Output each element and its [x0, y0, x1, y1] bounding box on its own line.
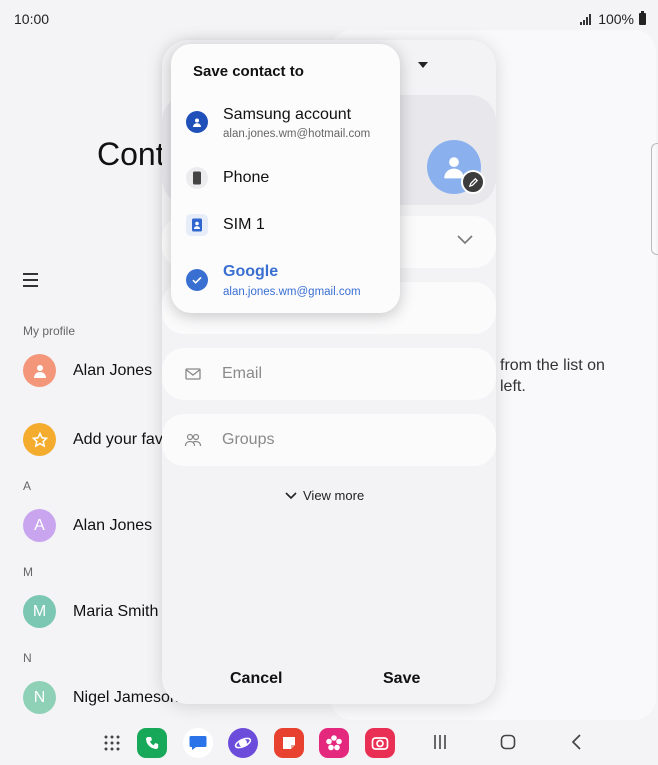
samsung-account-icon: [186, 111, 208, 133]
section-m: M: [23, 565, 33, 579]
groups-icon: [184, 433, 202, 447]
contact-row-favourites[interactable]: Add your fav: [23, 423, 163, 456]
check-circle-icon: [186, 269, 208, 291]
edit-photo-icon[interactable]: [461, 170, 485, 194]
groups-field[interactable]: Groups: [162, 414, 496, 466]
menu-icon[interactable]: [23, 273, 38, 287]
dropdown-arrow-icon[interactable]: [418, 62, 428, 68]
contact-name: Add your fav: [73, 430, 163, 448]
phone-icon: [186, 167, 208, 189]
profile-avatar-icon: [23, 354, 56, 387]
phone-app-icon[interactable]: [137, 728, 167, 758]
taskbar: [0, 725, 658, 761]
view-more-label: View more: [303, 488, 365, 503]
groups-label: Groups: [222, 431, 275, 448]
contact-row-profile[interactable]: Alan Jones: [23, 354, 152, 387]
avatar: M: [23, 595, 56, 628]
apps-grid-icon[interactable]: [97, 728, 127, 758]
detail-text-line-2: left.: [500, 378, 526, 395]
menu-item-sim-1[interactable]: SIM 1: [171, 203, 400, 247]
option-label: Samsung account: [223, 106, 352, 123]
sim-icon: [186, 214, 208, 236]
contact-name: Alan Jones: [73, 516, 153, 534]
menu-item-samsung-account[interactable]: Samsung account alan.jones.wm@hotmail.co…: [171, 102, 400, 146]
contact-name: Nigel Jameson: [73, 688, 179, 706]
cancel-button[interactable]: Cancel: [230, 670, 282, 688]
option-label: SIM 1: [223, 216, 265, 233]
gallery-app-icon[interactable]: [319, 728, 349, 758]
messages-app-icon[interactable]: [183, 728, 213, 758]
section-a: A: [23, 479, 32, 493]
save-contact-to-menu: Save contact to Samsung account alan.jon…: [171, 44, 400, 313]
contact-row-nigel[interactable]: N Nigel Jameson: [23, 681, 179, 714]
detail-placeholder-text: from the list on left.: [500, 355, 605, 397]
internet-app-icon[interactable]: [228, 728, 258, 758]
edge-panel-handle[interactable]: [651, 143, 658, 255]
menu-item-google[interactable]: Google alan.jones.wm@gmail.com: [171, 258, 400, 302]
recent-apps-button[interactable]: [432, 733, 448, 756]
app-title: Cont: [97, 136, 165, 172]
avatar: A: [23, 509, 56, 542]
email-field[interactable]: Email: [162, 348, 496, 400]
status-time: 10:00: [14, 11, 50, 27]
avatar: N: [23, 681, 56, 714]
contact-name: Maria Smith: [73, 602, 159, 620]
menu-item-phone[interactable]: Phone: [171, 156, 400, 200]
chevron-down-icon: [285, 491, 297, 499]
battery-percent: 100%: [598, 11, 634, 27]
option-label: Phone: [223, 169, 270, 186]
section-my-profile: My profile: [23, 324, 76, 338]
star-icon: [23, 423, 56, 456]
option-sublabel: alan.jones.wm@gmail.com: [223, 286, 361, 298]
view-more-button[interactable]: View more: [285, 488, 364, 503]
notes-app-icon[interactable]: [274, 728, 304, 758]
detail-text-line-1: from the list on: [500, 357, 605, 374]
chevron-down-icon[interactable]: [456, 230, 474, 248]
contact-row-alan[interactable]: A Alan Jones: [23, 509, 152, 542]
option-sublabel: alan.jones.wm@hotmail.com: [223, 128, 371, 140]
signal-icon: [580, 13, 592, 25]
email-icon: [185, 368, 201, 380]
contact-name: Alan Jones: [73, 361, 153, 379]
contact-row-maria[interactable]: M Maria Smith: [23, 595, 158, 628]
section-n: N: [23, 651, 32, 665]
status-indicators: 100%: [580, 11, 646, 27]
camera-app-icon[interactable]: [365, 728, 395, 758]
home-button[interactable]: [500, 733, 516, 756]
menu-title: Save contact to: [193, 63, 304, 80]
save-button[interactable]: Save: [383, 670, 420, 688]
back-button[interactable]: [570, 733, 584, 756]
battery-icon: [639, 11, 646, 25]
option-label: Google: [223, 263, 279, 280]
email-placeholder: Email: [222, 365, 263, 382]
